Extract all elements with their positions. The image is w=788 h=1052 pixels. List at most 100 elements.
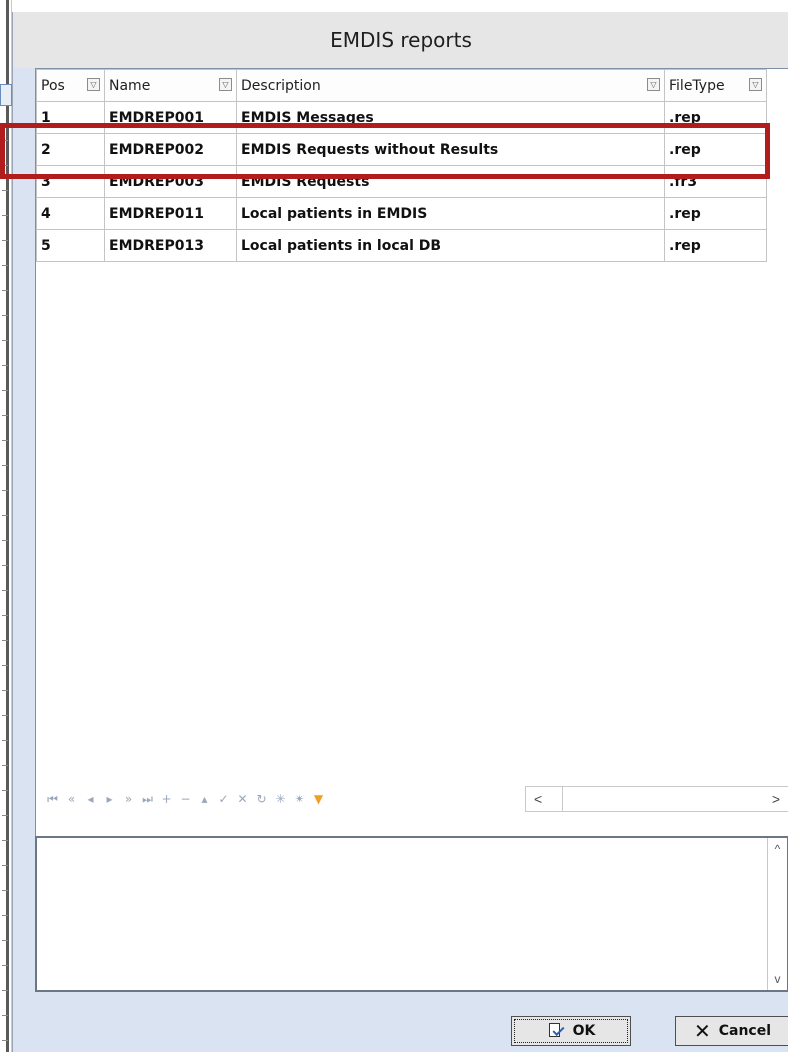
scroll-right-icon[interactable]: > — [772, 791, 780, 807]
ruler-tick — [2, 390, 8, 391]
cell-description[interactable]: EMDIS Requests — [236, 165, 665, 198]
cell-name[interactable]: EMDREP002 — [104, 133, 237, 166]
cell-pos[interactable]: 1 — [36, 101, 105, 134]
ruler-tick — [2, 890, 8, 891]
cancel-icon[interactable]: ✕ — [233, 788, 252, 810]
ruler-tick — [2, 940, 8, 941]
cancel-button-label: Cancel — [718, 1023, 772, 1039]
ok-button-label: OK — [572, 1023, 596, 1039]
ruler-tick — [2, 915, 8, 916]
table-row[interactable]: 2 EMDREP002 EMDIS Requests without Resul… — [36, 133, 767, 166]
cell-description[interactable]: EMDIS Messages — [236, 101, 665, 134]
first-icon[interactable]: ⏮ — [43, 788, 62, 810]
ruler-tick — [2, 715, 8, 716]
horizontal-scrollbar[interactable]: < > — [525, 786, 788, 812]
ruler-tick — [2, 240, 8, 241]
insert-icon[interactable]: + — [157, 788, 176, 810]
edit-icon[interactable]: ▴ — [195, 788, 214, 810]
filter-icon[interactable]: ▼ — [309, 788, 328, 810]
cell-filetype[interactable]: .rep — [664, 197, 767, 230]
ruler-tick — [2, 640, 8, 641]
ruler-tick — [2, 340, 8, 341]
column-filter-icon[interactable]: ▽ — [647, 78, 660, 91]
ruler-tick — [2, 440, 8, 441]
cell-description[interactable]: Local patients in EMDIS — [236, 197, 665, 230]
ruler-tick — [2, 590, 8, 591]
cell-description[interactable]: EMDIS Requests without Results — [236, 133, 665, 166]
prev-icon[interactable]: ◂ — [81, 788, 100, 810]
dialog-title: EMDIS reports — [330, 28, 472, 52]
ruler-tick — [2, 290, 8, 291]
ruler-tick — [2, 365, 8, 366]
cell-filetype[interactable]: .fr3 — [664, 165, 767, 198]
column-header-name[interactable]: Name ▽ — [104, 69, 237, 102]
column-header-filetype[interactable]: FileType ▽ — [664, 69, 767, 102]
dialog-footer: OK ✕ Cancel — [13, 992, 788, 1052]
cell-name[interactable]: EMDREP001 — [104, 101, 237, 134]
column-header-label: Name — [109, 77, 151, 94]
ruler-tick — [2, 965, 8, 966]
prev-page-icon[interactable]: « — [62, 788, 81, 810]
cancel-button[interactable]: ✕ Cancel — [675, 1016, 788, 1046]
ruler-tick — [2, 740, 8, 741]
report-description-memo[interactable]: ^ v — [35, 836, 788, 992]
ruler-tick — [2, 615, 8, 616]
cell-name[interactable]: EMDREP011 — [104, 197, 237, 230]
column-header-description[interactable]: Description ▽ — [236, 69, 665, 102]
ruler-tick — [2, 540, 8, 541]
ruler-tick — [2, 415, 8, 416]
ruler-tick — [2, 990, 8, 991]
next-page-icon[interactable]: » — [119, 788, 138, 810]
scrollbar-divider — [562, 787, 563, 811]
ruler-tick — [2, 190, 8, 191]
background-window-marker — [0, 84, 12, 106]
column-header-pos[interactable]: Pos ▽ — [36, 69, 105, 102]
scroll-left-icon[interactable]: < — [534, 791, 542, 807]
ruler-tick — [2, 165, 8, 166]
cell-name[interactable]: EMDREP013 — [104, 229, 237, 262]
table-row[interactable]: 1 EMDREP001 EMDIS Messages .rep — [36, 101, 767, 134]
column-filter-icon[interactable]: ▽ — [219, 78, 232, 91]
ruler-tick — [2, 765, 8, 766]
column-header-label: Pos — [41, 77, 65, 94]
cell-filetype[interactable]: .rep — [664, 229, 767, 262]
ruler-tick — [2, 565, 8, 566]
grid-navigator: ⏮ « ◂ ▸ » ⏭ + − ▴ ✓ ✕ ↻ ✳ ✴ ▼ < > — [35, 780, 788, 818]
column-filter-icon[interactable]: ▽ — [749, 78, 762, 91]
vertical-scrollbar[interactable]: ^ v — [767, 838, 787, 990]
ok-button[interactable]: OK — [511, 1016, 631, 1046]
cell-description[interactable]: Local patients in local DB — [236, 229, 665, 262]
cell-pos[interactable]: 4 — [36, 197, 105, 230]
cell-pos[interactable]: 2 — [36, 133, 105, 166]
background-window-strip — [0, 0, 12, 1052]
document-check-icon — [547, 1022, 565, 1040]
reports-grid[interactable]: Pos ▽ Name ▽ Description ▽ FileType ▽ 1 … — [35, 68, 788, 838]
ruler-tick — [2, 315, 8, 316]
goto-bookmark-icon[interactable]: ✴ — [290, 788, 309, 810]
cell-pos[interactable]: 3 — [36, 165, 105, 198]
cell-filetype[interactable]: .rep — [664, 101, 767, 134]
post-icon[interactable]: ✓ — [214, 788, 233, 810]
cell-filetype[interactable]: .rep — [664, 133, 767, 166]
ruler-tick — [2, 690, 8, 691]
last-icon[interactable]: ⏭ — [138, 788, 157, 810]
save-bookmark-icon[interactable]: ✳ — [271, 788, 290, 810]
ruler-tick — [2, 815, 8, 816]
next-icon[interactable]: ▸ — [100, 788, 119, 810]
table-row[interactable]: 4 EMDREP011 Local patients in EMDIS .rep — [36, 197, 767, 230]
ruler-tick — [2, 1040, 8, 1041]
delete-icon[interactable]: − — [176, 788, 195, 810]
cell-pos[interactable]: 5 — [36, 229, 105, 262]
scroll-up-icon[interactable]: ^ — [775, 842, 781, 856]
table-row[interactable]: 5 EMDREP013 Local patients in local DB .… — [36, 229, 767, 262]
cell-name[interactable]: EMDREP003 — [104, 165, 237, 198]
scroll-down-icon[interactable]: v — [775, 972, 781, 986]
refresh-icon[interactable]: ↻ — [252, 788, 271, 810]
ruler-tick — [2, 215, 8, 216]
ruler-tick — [2, 465, 8, 466]
ruler-tick — [2, 265, 8, 266]
dialog-title-bar[interactable]: EMDIS reports — [13, 12, 788, 68]
column-filter-icon[interactable]: ▽ — [87, 78, 100, 91]
table-row[interactable]: 3 EMDREP003 EMDIS Requests .fr3 — [36, 165, 767, 198]
ruler-tick — [2, 840, 8, 841]
